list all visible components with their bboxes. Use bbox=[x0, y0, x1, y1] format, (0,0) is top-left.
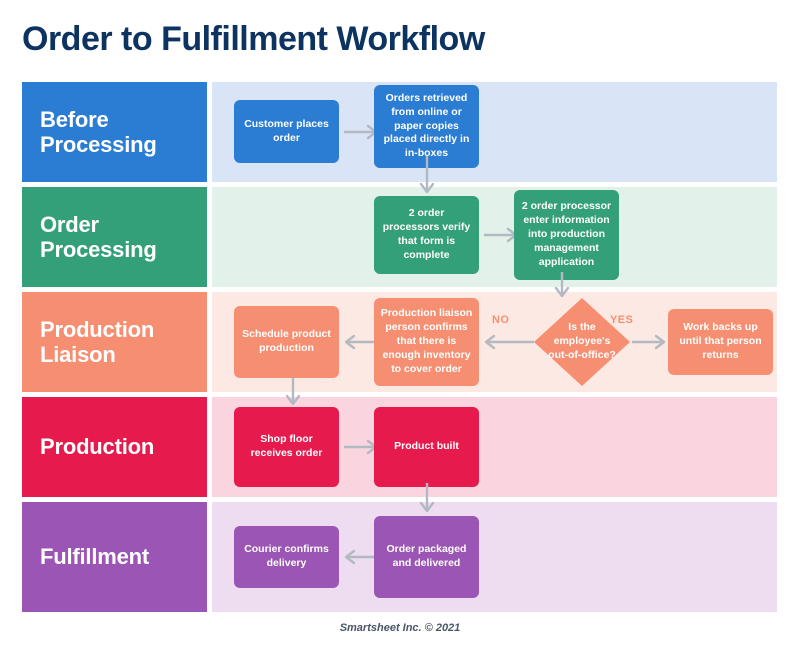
swimlane-before-processing: Before Processing Customer places order … bbox=[22, 82, 777, 182]
lane-body-before-processing: Customer places order Orders retrieved f… bbox=[212, 82, 777, 182]
connector-packaged-to-courier bbox=[344, 549, 378, 565]
node-verify-form[interactable]: 2 order processors verify that form is c… bbox=[374, 196, 479, 274]
swimlane-fulfillment: Fulfillment Courier confirms delivery Or… bbox=[22, 502, 777, 612]
lane-body-production: Shop floor receives order Product built bbox=[212, 397, 777, 497]
node-enter-information[interactable]: 2 order processor enter information into… bbox=[514, 190, 619, 280]
node-orders-retrieved[interactable]: Orders retrieved from online or paper co… bbox=[374, 85, 479, 168]
node-confirm-inventory[interactable]: Production liaison person confirms that … bbox=[374, 298, 479, 386]
lane-header-production-liaison: Production Liaison bbox=[22, 292, 207, 392]
connector-confirm-to-schedule bbox=[344, 334, 378, 350]
workflow-diagram: Order to Fulfillment Workflow Before Pro… bbox=[0, 0, 800, 651]
node-shop-floor-receives-order[interactable]: Shop floor receives order bbox=[234, 407, 339, 487]
page-title: Order to Fulfillment Workflow bbox=[22, 20, 485, 58]
connector-decision-no-branch bbox=[484, 334, 534, 350]
node-schedule-product-production[interactable]: Schedule product production bbox=[234, 306, 339, 378]
lane-body-fulfillment: Courier confirms delivery Order packaged… bbox=[212, 502, 777, 612]
footer-credit: Smartsheet Inc. © 2021 bbox=[339, 622, 461, 634]
lane-header-order-processing: Order Processing bbox=[22, 187, 207, 287]
lane-body-order-processing: 2 order processors verify that form is c… bbox=[212, 187, 777, 287]
decision-out-of-office[interactable]: Is the employee's out-of-office? bbox=[534, 298, 630, 386]
branch-label-yes: YES bbox=[610, 314, 634, 326]
node-courier-confirms-delivery[interactable]: Courier confirms delivery bbox=[234, 526, 339, 588]
decision-label: Is the employee's out-of-office? bbox=[548, 321, 616, 361]
branch-label-no: NO bbox=[492, 314, 510, 326]
lane-header-fulfillment: Fulfillment bbox=[22, 502, 207, 612]
swimlane-production-liaison: Production Liaison Schedule product prod… bbox=[22, 292, 777, 392]
node-order-packaged-delivered[interactable]: Order packaged and delivered bbox=[374, 516, 479, 598]
lane-header-production: Production bbox=[22, 397, 207, 497]
node-product-built[interactable]: Product built bbox=[374, 407, 479, 487]
connector-decision-yes-branch bbox=[632, 334, 670, 350]
swimlane-order-processing: Order Processing 2 order processors veri… bbox=[22, 187, 777, 287]
node-customer-places-order[interactable]: Customer places order bbox=[234, 100, 339, 163]
node-work-backs-up[interactable]: Work backs up until that person returns bbox=[668, 309, 773, 375]
lane-header-before-processing: Before Processing bbox=[22, 82, 207, 182]
swimlane-production: Production Shop floor receives order Pro… bbox=[22, 397, 777, 497]
lane-body-production-liaison: Schedule product production Production l… bbox=[212, 292, 777, 392]
